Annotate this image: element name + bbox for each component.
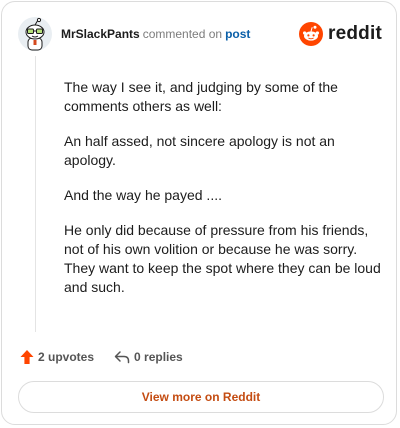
comment-paragraph: The way I see it, and judging by some of…	[64, 79, 338, 114]
comment-paragraph: He only did because of pressure from his…	[64, 222, 381, 295]
comment-header: MrSlackPants commented on post reddit	[18, 16, 382, 52]
comment-body: The way I see it, and judging by some of…	[64, 78, 382, 313]
comment-paragraph: An half assed, not sincere apology is no…	[64, 133, 335, 168]
reply-arrow-icon	[114, 351, 130, 364]
comment-meta: MrSlackPants commented on post	[61, 27, 299, 41]
replies-stat[interactable]: 0 replies	[114, 350, 183, 364]
snoo-avatar-icon[interactable]	[18, 17, 52, 51]
reddit-brand[interactable]: reddit	[299, 22, 382, 46]
snoo-avatar-graphic	[25, 17, 45, 51]
replies-count: 0 replies	[134, 350, 183, 364]
comment-paragraph: And the way he payed ....	[64, 187, 222, 203]
username[interactable]: MrSlackPants	[61, 27, 140, 41]
reddit-wordmark: reddit	[328, 23, 382, 44]
upvotes-count: 2 upvotes	[38, 350, 95, 364]
upvote-arrow-icon	[20, 350, 34, 364]
reddit-logo-icon	[299, 22, 324, 46]
action-text: commented on	[142, 27, 223, 41]
thread-line	[35, 56, 36, 332]
view-more-on-reddit-button[interactable]: View more on Reddit	[18, 381, 384, 413]
post-link[interactable]: post	[225, 27, 250, 41]
comment-embed-card: MrSlackPants commented on post reddit The …	[1, 1, 397, 425]
comment-footer: 2 upvotes 0 replies	[20, 346, 183, 368]
upvotes-stat[interactable]: 2 upvotes	[20, 349, 94, 365]
